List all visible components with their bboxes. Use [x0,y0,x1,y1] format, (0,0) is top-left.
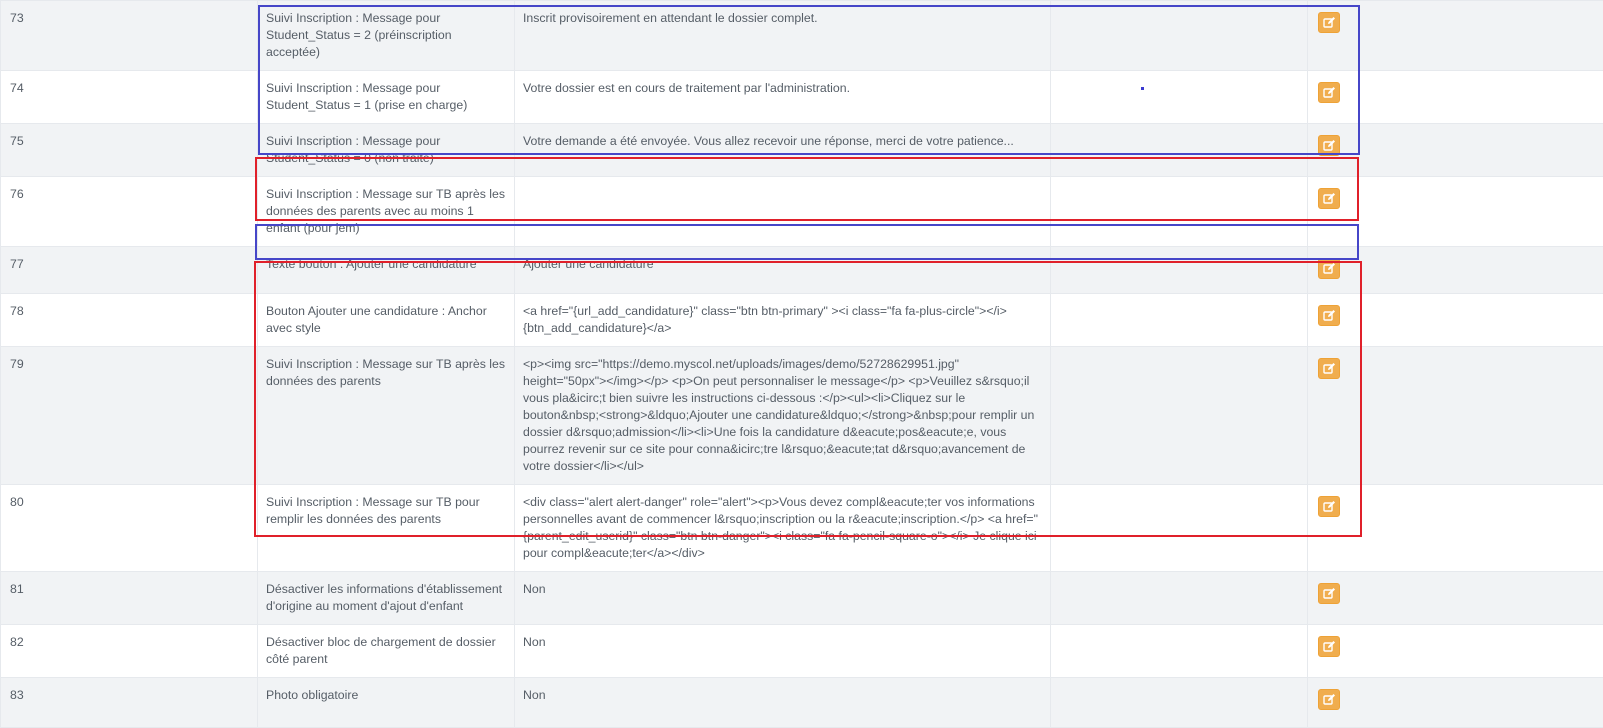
setting-value: <a href="{url_add_candidature}" class="b… [515,294,1051,347]
setting-value: Ajouter une candidature [515,247,1051,294]
edit-icon [1323,362,1336,375]
edit-button[interactable] [1318,188,1340,209]
row-actions [1308,247,1603,294]
setting-value: Votre demande a été envoyée. Vous allez … [515,124,1051,177]
edit-icon [1323,139,1336,152]
edit-icon [1323,587,1336,600]
setting-extra [1051,247,1308,294]
table-row: 73Suivi Inscription : Message pour Stude… [1,1,1603,71]
row-id: 78 [1,294,258,347]
row-actions [1308,294,1603,347]
marker-dot [1141,87,1144,90]
setting-name: Suivi Inscription : Message pour Student… [258,1,515,71]
setting-name: Désactiver les informations d'établissem… [258,572,515,625]
edit-icon [1323,693,1336,706]
row-id: 75 [1,124,258,177]
edit-button[interactable] [1318,689,1340,710]
edit-icon [1323,262,1336,275]
setting-value [515,177,1051,247]
setting-extra [1051,678,1308,728]
setting-name: Suivi Inscription : Message sur TB après… [258,347,515,485]
edit-button[interactable] [1318,82,1340,103]
table-row: 78Bouton Ajouter une candidature : Ancho… [1,294,1603,347]
row-actions [1308,177,1603,247]
setting-name: Suivi Inscription : Message pour Student… [258,71,515,124]
setting-value: Non [515,625,1051,678]
setting-name: Suivi Inscription : Message sur TB après… [258,177,515,247]
row-actions [1308,625,1603,678]
setting-extra [1051,124,1308,177]
row-id: 76 [1,177,258,247]
edit-button[interactable] [1318,358,1340,379]
setting-extra [1051,485,1308,572]
row-id: 80 [1,485,258,572]
setting-value: Non [515,678,1051,728]
row-actions [1308,347,1603,485]
setting-name: Suivi Inscription : Message pour Student… [258,124,515,177]
row-actions [1308,71,1603,124]
edit-icon [1323,192,1336,205]
edit-icon [1323,86,1336,99]
table-row: 74Suivi Inscription : Message pour Stude… [1,71,1603,124]
setting-name: Bouton Ajouter une candidature : Anchor … [258,294,515,347]
setting-value: Votre dossier est en cours de traitement… [515,71,1051,124]
setting-value: <p><img src="https://demo.myscol.net/upl… [515,347,1051,485]
row-actions [1308,572,1603,625]
edit-button[interactable] [1318,583,1340,604]
row-id: 81 [1,572,258,625]
setting-name: Photo obligatoire [258,678,515,728]
edit-button[interactable] [1318,305,1340,326]
setting-extra [1051,1,1308,71]
table-row: 75Suivi Inscription : Message pour Stude… [1,124,1603,177]
edit-icon [1323,500,1336,513]
setting-name: Désactiver bloc de chargement de dossier… [258,625,515,678]
setting-extra [1051,177,1308,247]
table-row: 77Texte bouton : Ajouter une candidature… [1,247,1603,294]
edit-button[interactable] [1318,135,1340,156]
edit-icon [1323,16,1336,29]
edit-button[interactable] [1318,636,1340,657]
row-id: 83 [1,678,258,728]
setting-value: <div class="alert alert-danger" role="al… [515,485,1051,572]
row-id: 77 [1,247,258,294]
table-row: 79Suivi Inscription : Message sur TB apr… [1,347,1603,485]
setting-name: Texte bouton : Ajouter une candidature [258,247,515,294]
edit-button[interactable] [1318,12,1340,33]
setting-name: Suivi Inscription : Message sur TB pour … [258,485,515,572]
table-row: 80Suivi Inscription : Message sur TB pou… [1,485,1603,572]
setting-extra [1051,294,1308,347]
setting-value: Inscrit provisoirement en attendant le d… [515,1,1051,71]
row-id: 79 [1,347,258,485]
table-row: 82Désactiver bloc de chargement de dossi… [1,625,1603,678]
edit-icon [1323,640,1336,653]
edit-button[interactable] [1318,258,1340,279]
table-row: 76Suivi Inscription : Message sur TB apr… [1,177,1603,247]
table-row: 83Photo obligatoireNon [1,678,1603,728]
edit-button[interactable] [1318,496,1340,517]
setting-extra [1051,572,1308,625]
setting-extra [1051,71,1308,124]
edit-icon [1323,309,1336,322]
setting-extra [1051,625,1308,678]
settings-table: 73Suivi Inscription : Message pour Stude… [0,0,1603,728]
row-actions [1308,485,1603,572]
row-actions [1308,678,1603,728]
row-id: 82 [1,625,258,678]
row-actions [1308,1,1603,71]
row-id: 74 [1,71,258,124]
setting-value: Non [515,572,1051,625]
setting-extra [1051,347,1308,485]
row-actions [1308,124,1603,177]
table-row: 81Désactiver les informations d'établiss… [1,572,1603,625]
row-id: 73 [1,1,258,71]
